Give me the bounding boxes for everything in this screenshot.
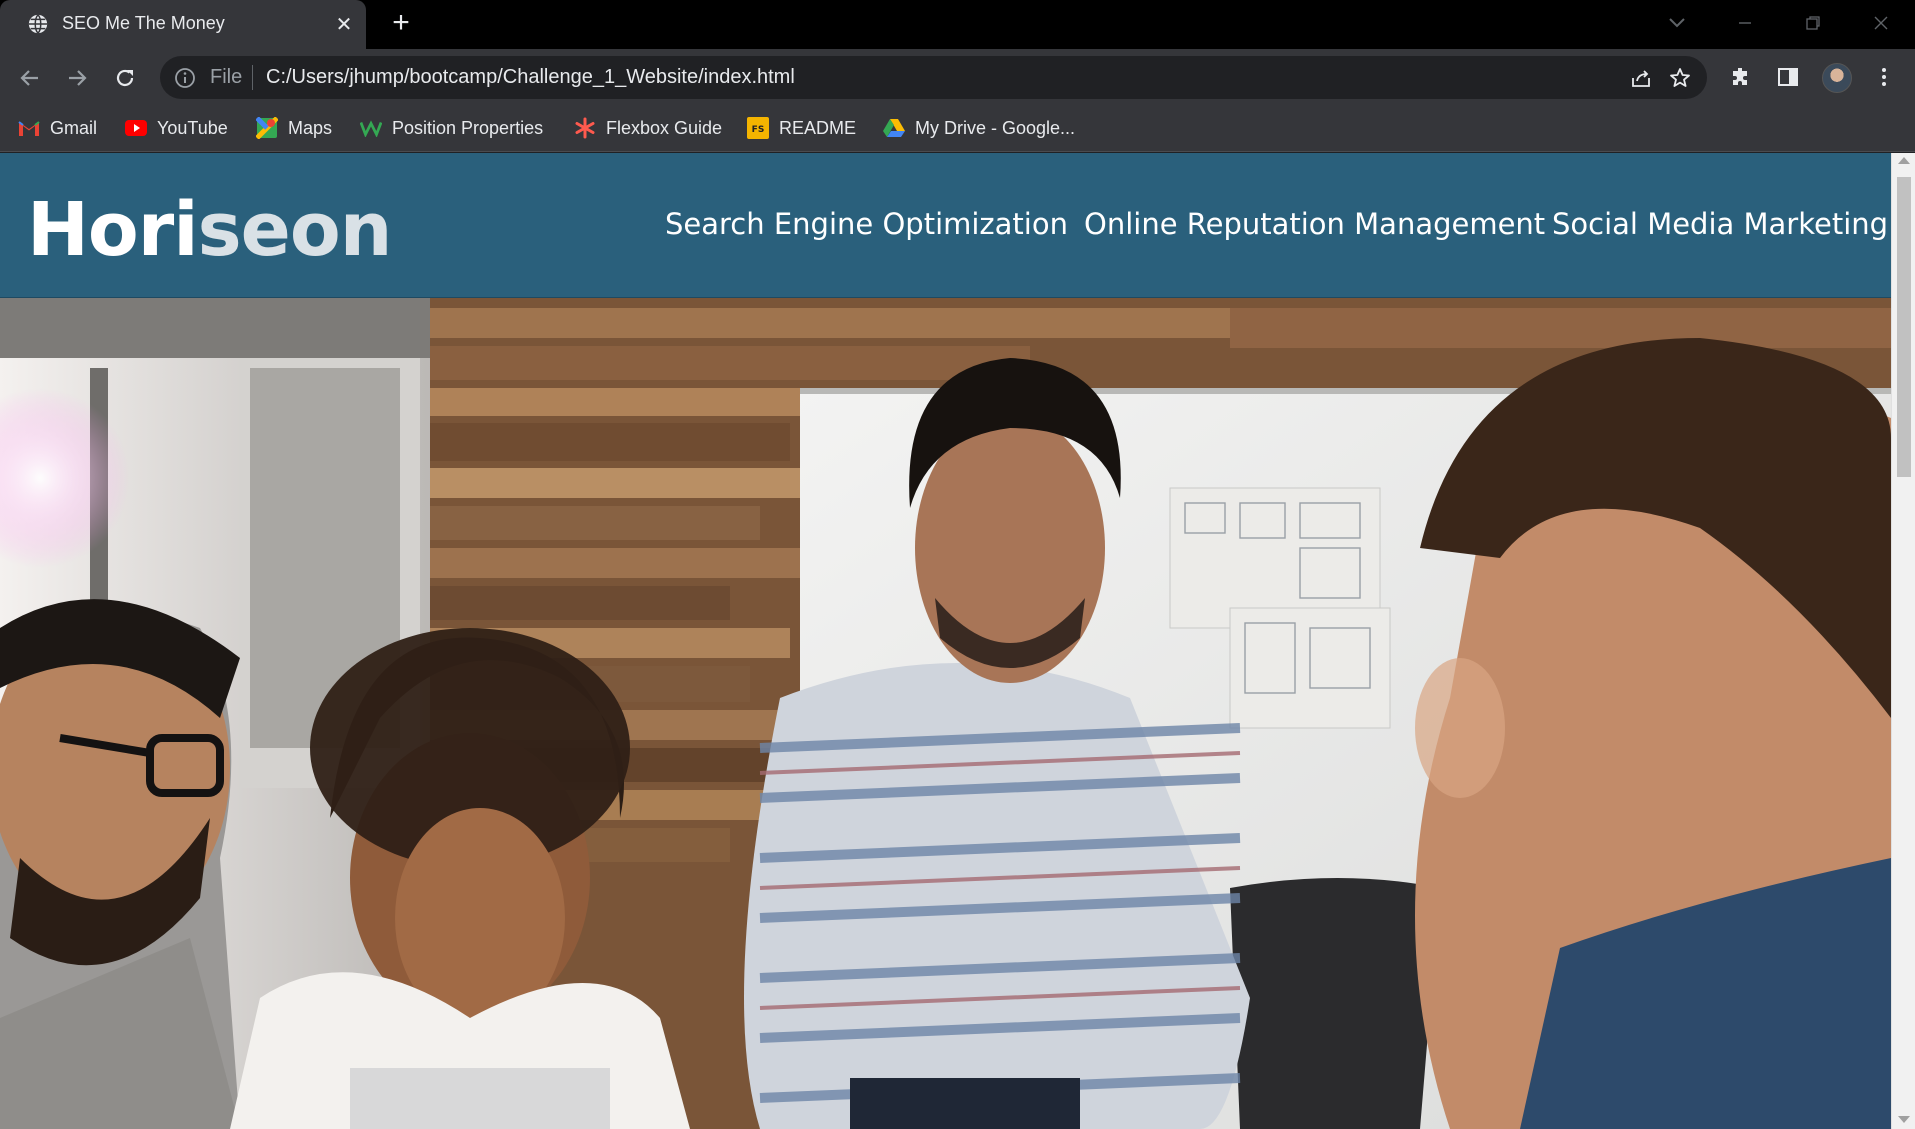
bookmark-label: Flexbox Guide [606,117,723,138]
bookmarks-bar: Gmail YouTube Maps Position Properties F… [0,106,1915,152]
page-scrollbar[interactable] [1891,153,1915,1129]
nav-link-social[interactable]: Social Media Marketing [1552,207,1888,241]
bookmark-gmail[interactable]: Gmail [18,114,97,142]
forward-icon[interactable] [62,63,92,93]
bookmark-youtube[interactable]: YouTube [125,114,228,142]
tab-search-icon[interactable] [1662,10,1692,36]
star-icon[interactable] [1668,66,1692,90]
bookmark-my-drive[interactable]: My Drive - Google... [883,114,1075,142]
nav-link-reputation[interactable]: Online Reputation Management [1084,207,1545,241]
close-window-icon[interactable] [1866,10,1896,36]
share-icon[interactable] [1629,66,1653,90]
page-viewport: Horiseon Search Engine Optimization Onli… [0,153,1915,1129]
logo-accent: seon [197,187,393,273]
hero-image [0,298,1891,1129]
maps-icon [256,117,278,139]
browser-tab[interactable]: SEO Me The Money ✕ [0,0,366,49]
bookmark-label: README [779,117,857,138]
browser-toolbar: File C:/Users/jhump/bootcamp/Challenge_1… [0,49,1915,106]
bookmark-maps[interactable]: Maps [256,114,332,142]
new-tab-button[interactable]: + [388,8,414,38]
menu-icon[interactable] [1870,63,1898,91]
bookmark-position-properties[interactable]: Position Properties [360,114,543,142]
tab-title: SEO Me The Money [62,13,225,33]
address-bar[interactable]: File C:/Users/jhump/bootcamp/Challenge_1… [160,56,1707,99]
extensions-icon[interactable] [1727,63,1755,91]
back-icon[interactable] [15,63,45,93]
profile-avatar[interactable] [1822,63,1852,93]
bookmark-label: My Drive - Google... [915,117,1076,138]
bookmark-label: Gmail [50,117,98,138]
scroll-down-icon[interactable] [1898,1116,1910,1123]
bookmark-label: YouTube [157,117,228,138]
restore-icon[interactable] [1798,10,1828,36]
info-icon[interactable] [174,67,196,89]
google-drive-icon [883,117,905,139]
fs-icon: FS [747,117,769,139]
svg-text:FS: FS [752,125,765,135]
minimize-icon[interactable] [1730,10,1760,36]
scroll-up-icon[interactable] [1898,157,1910,164]
youtube-icon [125,117,147,139]
url-text[interactable]: C:/Users/jhump/bootcamp/Challenge_1_Webs… [266,66,795,89]
gmail-icon [18,117,40,139]
bookmark-flexbox-guide[interactable]: Flexbox Guide [574,114,722,142]
bookmark-label: Position Properties [392,117,544,138]
site-logo[interactable]: Horiseon [27,187,393,273]
close-tab-icon[interactable]: ✕ [333,13,355,36]
logo-main: Hori [27,187,199,273]
scheme-label: File [210,66,243,88]
site-header: Horiseon Search Engine Optimization Onli… [0,153,1891,298]
team-meeting-photo [0,298,1891,1129]
asterisk-icon [574,117,596,139]
w-icon [360,117,382,139]
globe-icon [28,14,48,34]
side-panel-icon[interactable] [1774,63,1802,91]
omnibox-divider [252,65,253,90]
bookmark-readme[interactable]: FS README [747,114,856,142]
tab-strip: SEO Me The Money ✕ + [0,0,1915,49]
scroll-thumb[interactable] [1897,177,1911,477]
bookmark-label: Maps [288,117,333,138]
nav-link-seo[interactable]: Search Engine Optimization [665,207,1068,241]
reload-icon[interactable] [110,63,140,93]
